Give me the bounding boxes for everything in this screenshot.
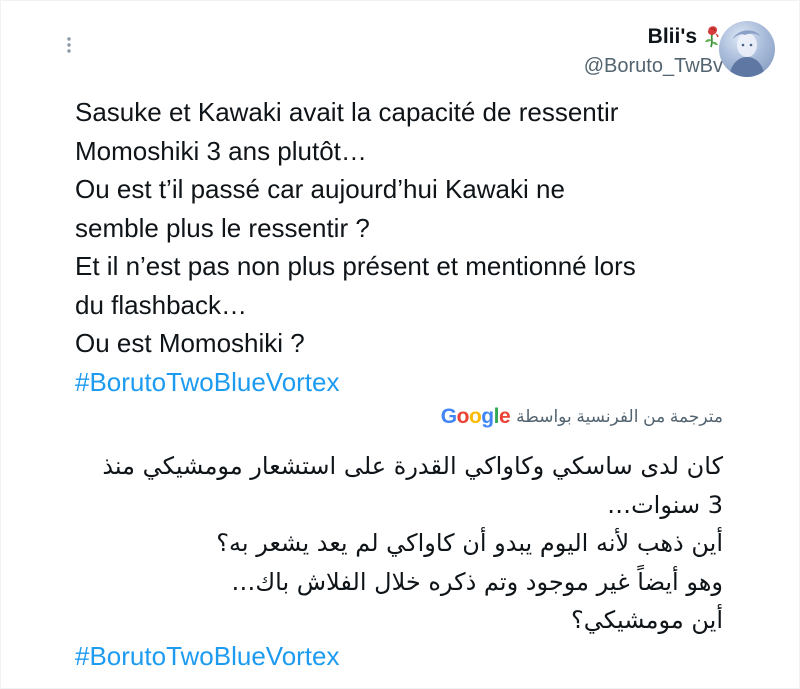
author-display-name[interactable]: Blii's — [648, 23, 697, 51]
tweet-text-line: Ou est Momoshiki ? — [75, 328, 305, 358]
author-handle[interactable]: @Boruto_TwBv — [584, 53, 723, 79]
translated-text-line: وهو أيضاً غير موجود وتم ذكره خلال الفلاش… — [231, 567, 723, 596]
tweet-text-line: du flashback… — [75, 289, 247, 320]
translated-text-line: كان لدى ساسكي وكاواكي القدرة على استشعار… — [102, 452, 723, 480]
tweet-card: Blii's @Boruto_TwBv Sasuke et Kawaki ava… — [0, 0, 800, 689]
translated-text-line: أين مومشيكي؟ — [570, 606, 723, 634]
tweet-text-line: Sasuke et Kawaki avait la capacité de re… — [75, 97, 619, 127]
avatar[interactable] — [719, 21, 775, 77]
tweet-text: Sasuke et Kawaki avait la capacité de re… — [75, 93, 755, 401]
translated-hashtag-link[interactable]: #BorutoTwoBlueVortex — [75, 637, 340, 675]
avatar-image — [729, 30, 765, 77]
tweet-text-line: Momoshiki 3 ans plutôt… — [75, 135, 367, 166]
tweet-text-line: Et il n’est pas non plus présent et ment… — [75, 251, 636, 281]
translated-text-line: 3 سنوات… — [607, 490, 723, 519]
google-logo: Google — [440, 405, 511, 428]
translated-by-notice: مترجمة من الفرنسية بواسطة Google — [441, 405, 723, 429]
tweet-text-line: Ou est t’il passé car aujourd’hui Kawaki… — [75, 174, 565, 204]
hashtag-link[interactable]: #BorutoTwoBlueVortex — [75, 363, 755, 402]
more-options-button[interactable] — [57, 33, 81, 57]
author-name-row[interactable]: Blii's — [584, 23, 723, 51]
translated-by-label: مترجمة من الفرنسية بواسطة — [516, 407, 723, 426]
tweet-text-line: semble plus le ressentir ? — [75, 212, 370, 243]
translated-text-line: أين ذهب لأنه اليوم يبدو أن كاواكي لم يعد… — [216, 529, 723, 557]
more-vertical-icon — [67, 37, 71, 53]
translated-text: كان لدى ساسكي وكاواكي القدرة على استشعار… — [63, 447, 723, 640]
tweet-author-header[interactable]: Blii's @Boruto_TwBv — [584, 23, 723, 79]
